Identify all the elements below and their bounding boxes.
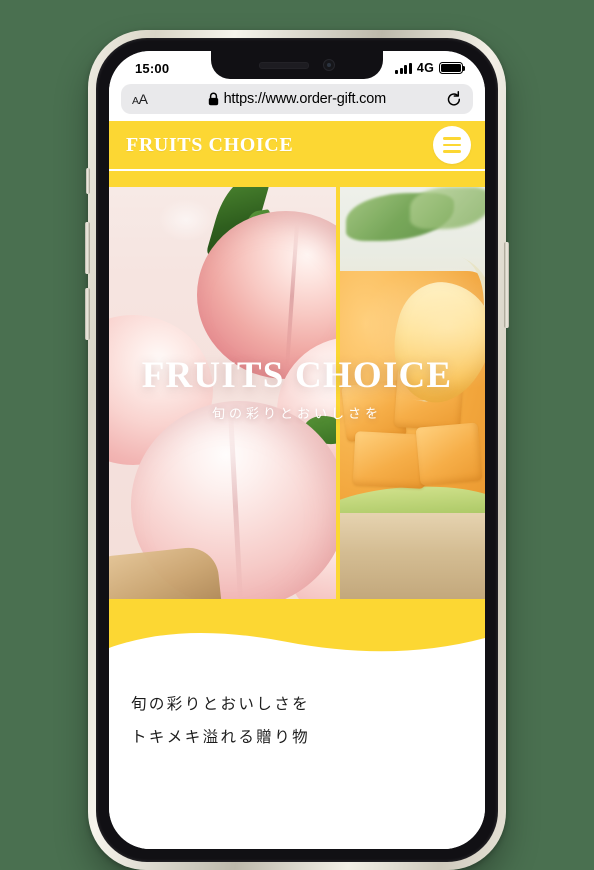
- power-button[interactable]: [504, 242, 509, 328]
- menu-bar-2: [443, 143, 461, 147]
- url-display[interactable]: https://www.order-gift.com: [154, 91, 440, 107]
- menu-bar-1: [443, 137, 461, 140]
- text-size-large-a: A: [138, 91, 148, 107]
- url-text: https://www.order-gift.com: [223, 91, 387, 107]
- network-type-label: 4G: [416, 61, 434, 75]
- status-bar-time: 15:00: [135, 60, 170, 76]
- smartphone-device: 15:00 4G AA https://www.order-gift.com F…: [85, 30, 509, 870]
- hero-section: FRUITS CHOICE 旬の彩りとおいしさを: [109, 187, 485, 599]
- phone-bezel: 15:00 4G AA https://www.order-gift.com F…: [96, 38, 498, 862]
- battery-icon: [439, 62, 466, 74]
- silence-switch[interactable]: [86, 168, 90, 194]
- volume-up-button[interactable]: [85, 222, 90, 274]
- reload-icon[interactable]: [446, 90, 462, 108]
- scene-background: 15:00 4G AA https://www.order-gift.com F…: [0, 0, 594, 870]
- intro-section: 旬の彩りとおいしさを トキメキ溢れる贈り物: [109, 661, 485, 755]
- hero-image-melon: [340, 187, 485, 599]
- intro-line-2: トキメキ溢れる贈り物: [131, 728, 311, 746]
- hamburger-menu-icon[interactable]: [433, 126, 471, 164]
- header-yellow-band: [109, 171, 485, 187]
- site-header: FRUITS CHOICE: [109, 121, 485, 169]
- site-title: FRUITS CHOICE: [126, 133, 294, 156]
- phone-notch: [211, 51, 383, 79]
- battery-fill: [441, 64, 461, 72]
- volume-down-button[interactable]: [85, 288, 90, 340]
- text-size-small-a: A: [132, 95, 139, 107]
- url-bar[interactable]: AA https://www.order-gift.com: [121, 84, 473, 114]
- fruit-basket: [109, 544, 222, 599]
- photo-highlight: [340, 187, 485, 599]
- peach-photo-backdrop: [109, 187, 336, 599]
- phone-screen: 15:00 4G AA https://www.order-gift.com F…: [109, 51, 485, 849]
- wave-divider-shape: [109, 633, 485, 661]
- website-page: FRUITS CHOICE FRUITS CHOICE 旬の彩りとおいしさを 旬…: [109, 121, 485, 849]
- menu-bar-3: [443, 150, 461, 153]
- speaker-grille-icon: [259, 61, 309, 69]
- lock-icon: [208, 92, 218, 106]
- url-bar-row: AA https://www.order-gift.com: [109, 83, 485, 121]
- wave-divider-section: [109, 599, 485, 661]
- status-bar-indicators: 4G: [395, 61, 466, 75]
- hero-image-peach: [109, 187, 336, 599]
- front-camera-icon: [323, 59, 335, 71]
- text-size-button[interactable]: AA: [132, 91, 148, 107]
- melon-photo-backdrop: [340, 187, 485, 599]
- cellular-signal-icon: [395, 62, 412, 74]
- intro-line-1: 旬の彩りとおいしさを: [131, 696, 311, 713]
